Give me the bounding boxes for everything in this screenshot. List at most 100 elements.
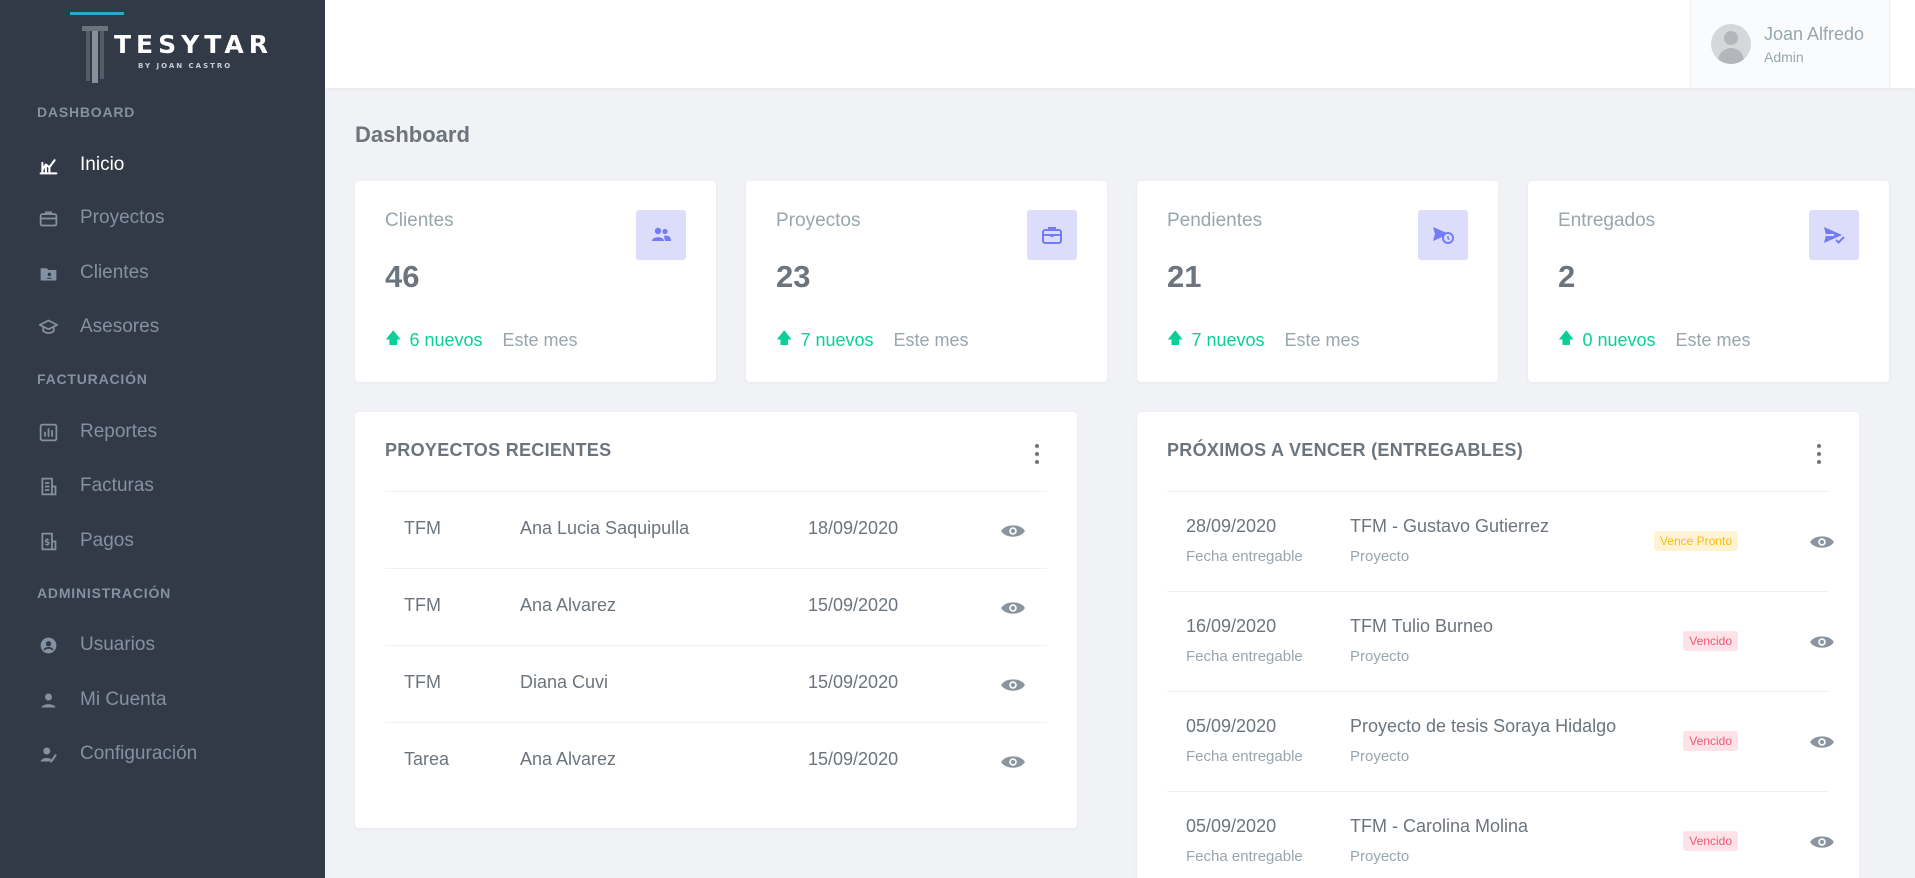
brand-tagline: BY JOAN CASTRO [138, 62, 233, 70]
user-menu[interactable]: Joan Alfredo Admin [1690, 0, 1890, 88]
users-icon [636, 210, 686, 260]
project-date: 18/09/2020 [808, 518, 899, 538]
project-date: 15/09/2020 [808, 595, 899, 615]
sidebar-item-usuarios[interactable]: Usuarios [0, 623, 325, 667]
table-row[interactable]: TFM Ana Alvarez 15/09/2020 [385, 568, 1047, 645]
deliverable-name: Proyecto de tesis Soraya Hidalgo [1350, 716, 1617, 736]
sidebar-item-label: Proyectos [80, 207, 165, 228]
list-item[interactable]: 28/09/2020 Fecha entregable TFM - Gustav… [1167, 491, 1834, 591]
deliverable-name-label: Proyecto [1350, 748, 1410, 765]
more-vertical-icon[interactable] [1809, 442, 1829, 466]
invoice-icon [37, 475, 59, 497]
status-badge: Vencido [1683, 831, 1738, 851]
stat-value: 46 [385, 259, 420, 294]
deliverable-name-label: Proyecto [1350, 848, 1410, 865]
deliverable-name-label: Proyecto [1350, 648, 1410, 665]
stat-period: Este mes [1284, 330, 1360, 350]
project-client: Ana Alvarez [520, 595, 617, 615]
stat-period: Este mes [1675, 330, 1751, 350]
sidebar-item-mi-cuenta[interactable]: Mi Cuenta [0, 678, 325, 722]
eye-icon[interactable] [1809, 629, 1835, 655]
sidebar-item-asesores[interactable]: Asesores [0, 305, 325, 349]
project-client: Ana Alvarez [520, 749, 617, 769]
brand-logo[interactable]: TESYTAR BY JOAN CASTRO [68, 12, 268, 83]
stat-delta: 0 nuevos [1582, 330, 1656, 350]
eye-icon[interactable] [1809, 829, 1835, 855]
user-name: Joan Alfredo [1764, 23, 1865, 44]
page-title: Dashboard [355, 122, 470, 147]
stat-label: Proyectos [776, 210, 861, 231]
stat-value: 2 [1558, 259, 1576, 294]
briefcase-icon [1027, 210, 1077, 260]
topbar: Joan Alfredo Admin [325, 0, 1915, 88]
user-icon [37, 689, 59, 711]
list-item[interactable]: 05/09/2020 Fecha entregable Proyecto de … [1167, 691, 1834, 791]
eye-icon[interactable] [1809, 529, 1835, 555]
stat-card-entregados: Entregados 2 🡅 0 nuevos Este mes [1528, 181, 1889, 382]
deliverable-date-label: Fecha entregable [1186, 648, 1303, 665]
stat-card-pendientes: Pendientes 21 🡅 7 nuevos Este mes [1137, 181, 1498, 382]
user-role: Admin [1764, 48, 1804, 65]
user-settings-icon [37, 743, 59, 765]
project-type: TFM [404, 595, 441, 615]
arrow-up-icon: 🡅 [776, 330, 793, 347]
deliverable-name: TFM - Gustavo Gutierrez [1350, 516, 1550, 536]
list-item[interactable]: 05/09/2020 Fecha entregable TFM - Caroli… [1167, 791, 1834, 878]
list-item[interactable]: 16/09/2020 Fecha entregable TFM Tulio Bu… [1167, 591, 1834, 691]
sidebar-item-clientes[interactable]: Clientes [0, 251, 325, 295]
sidebar-item-facturas[interactable]: Facturas [0, 464, 325, 508]
sidebar-item-label: Configuración [80, 743, 198, 764]
sidebar-item-label: Inicio [80, 154, 125, 175]
deliverable-date-label: Fecha entregable [1186, 748, 1303, 765]
graduation-cap-icon [37, 316, 59, 338]
table-row[interactable]: Tarea Ana Alvarez 15/09/2020 [385, 722, 1047, 799]
brand-name: TESYTAR [114, 30, 273, 59]
arrow-up-icon: 🡅 [385, 330, 402, 347]
sidebar-item-label: Reportes [80, 421, 158, 442]
recent-projects-table: TFM Ana Lucia Saquipulla 18/09/2020 TFM … [385, 491, 1047, 799]
avatar [1711, 24, 1751, 64]
arrow-up-icon: 🡅 [1558, 330, 1575, 347]
more-vertical-icon[interactable] [1027, 442, 1047, 466]
eye-icon[interactable] [1809, 729, 1835, 755]
status-badge: Vencido [1683, 731, 1738, 751]
stat-period: Este mes [502, 330, 578, 350]
deliverable-name: TFM Tulio Burneo [1350, 616, 1494, 636]
deliverable-date: 16/09/2020 [1186, 616, 1277, 636]
send-check-icon [1809, 210, 1859, 260]
stat-period: Este mes [893, 330, 969, 350]
deliverable-name: TFM - Carolina Molina [1350, 816, 1529, 836]
due-deliverables-panel: PRÓXIMOS A VENCER (ENTREGABLES) 28/09/20… [1137, 412, 1859, 878]
user-circle-icon [37, 634, 59, 656]
folder-user-icon [37, 262, 59, 284]
stat-card-clientes: Clientes 46 🡅 6 nuevos Este mes [355, 181, 716, 382]
deliverable-date-label: Fecha entregable [1186, 848, 1303, 865]
sidebar-item-proyectos[interactable]: Proyectos [0, 196, 325, 240]
sidebar-item-configuracion[interactable]: Configuración [0, 732, 325, 776]
sidebar: TESYTAR BY JOAN CASTRO DASHBOARD Inicio … [0, 0, 325, 878]
eye-icon[interactable] [1000, 518, 1026, 544]
arrow-up-icon: 🡅 [1167, 330, 1184, 347]
section-title-administracion: ADMINISTRACIÓN [37, 585, 172, 601]
sidebar-item-reportes[interactable]: Reportes [0, 410, 325, 454]
payment-icon: $ [37, 530, 59, 552]
svg-text:$: $ [44, 538, 50, 548]
stat-value: 23 [776, 259, 811, 294]
table-row[interactable]: TFM Diana Cuvi 15/09/2020 [385, 645, 1047, 722]
panel-title: PROYECTOS RECIENTES [385, 440, 612, 460]
logo-accent-bar [70, 12, 124, 15]
eye-icon[interactable] [1000, 595, 1026, 621]
panel-title: PRÓXIMOS A VENCER (ENTREGABLES) [1167, 440, 1523, 460]
eye-icon[interactable] [1000, 672, 1026, 698]
table-row[interactable]: TFM Ana Lucia Saquipulla 18/09/2020 [385, 491, 1047, 568]
sidebar-item-label: Mi Cuenta [80, 689, 167, 710]
sidebar-item-pagos[interactable]: $ Pagos [0, 519, 325, 563]
deliverable-date: 05/09/2020 [1186, 716, 1277, 736]
recent-projects-panel: PROYECTOS RECIENTES TFM Ana Lucia Saquip… [355, 412, 1077, 828]
stat-card-proyectos: Proyectos 23 🡅 7 nuevos Este mes [746, 181, 1107, 382]
project-client: Ana Lucia Saquipulla [520, 518, 690, 538]
eye-icon[interactable] [1000, 749, 1026, 775]
sidebar-item-label: Usuarios [80, 634, 155, 655]
sidebar-item-inicio[interactable]: Inicio [0, 143, 325, 187]
logo-mark-icon [82, 20, 108, 84]
